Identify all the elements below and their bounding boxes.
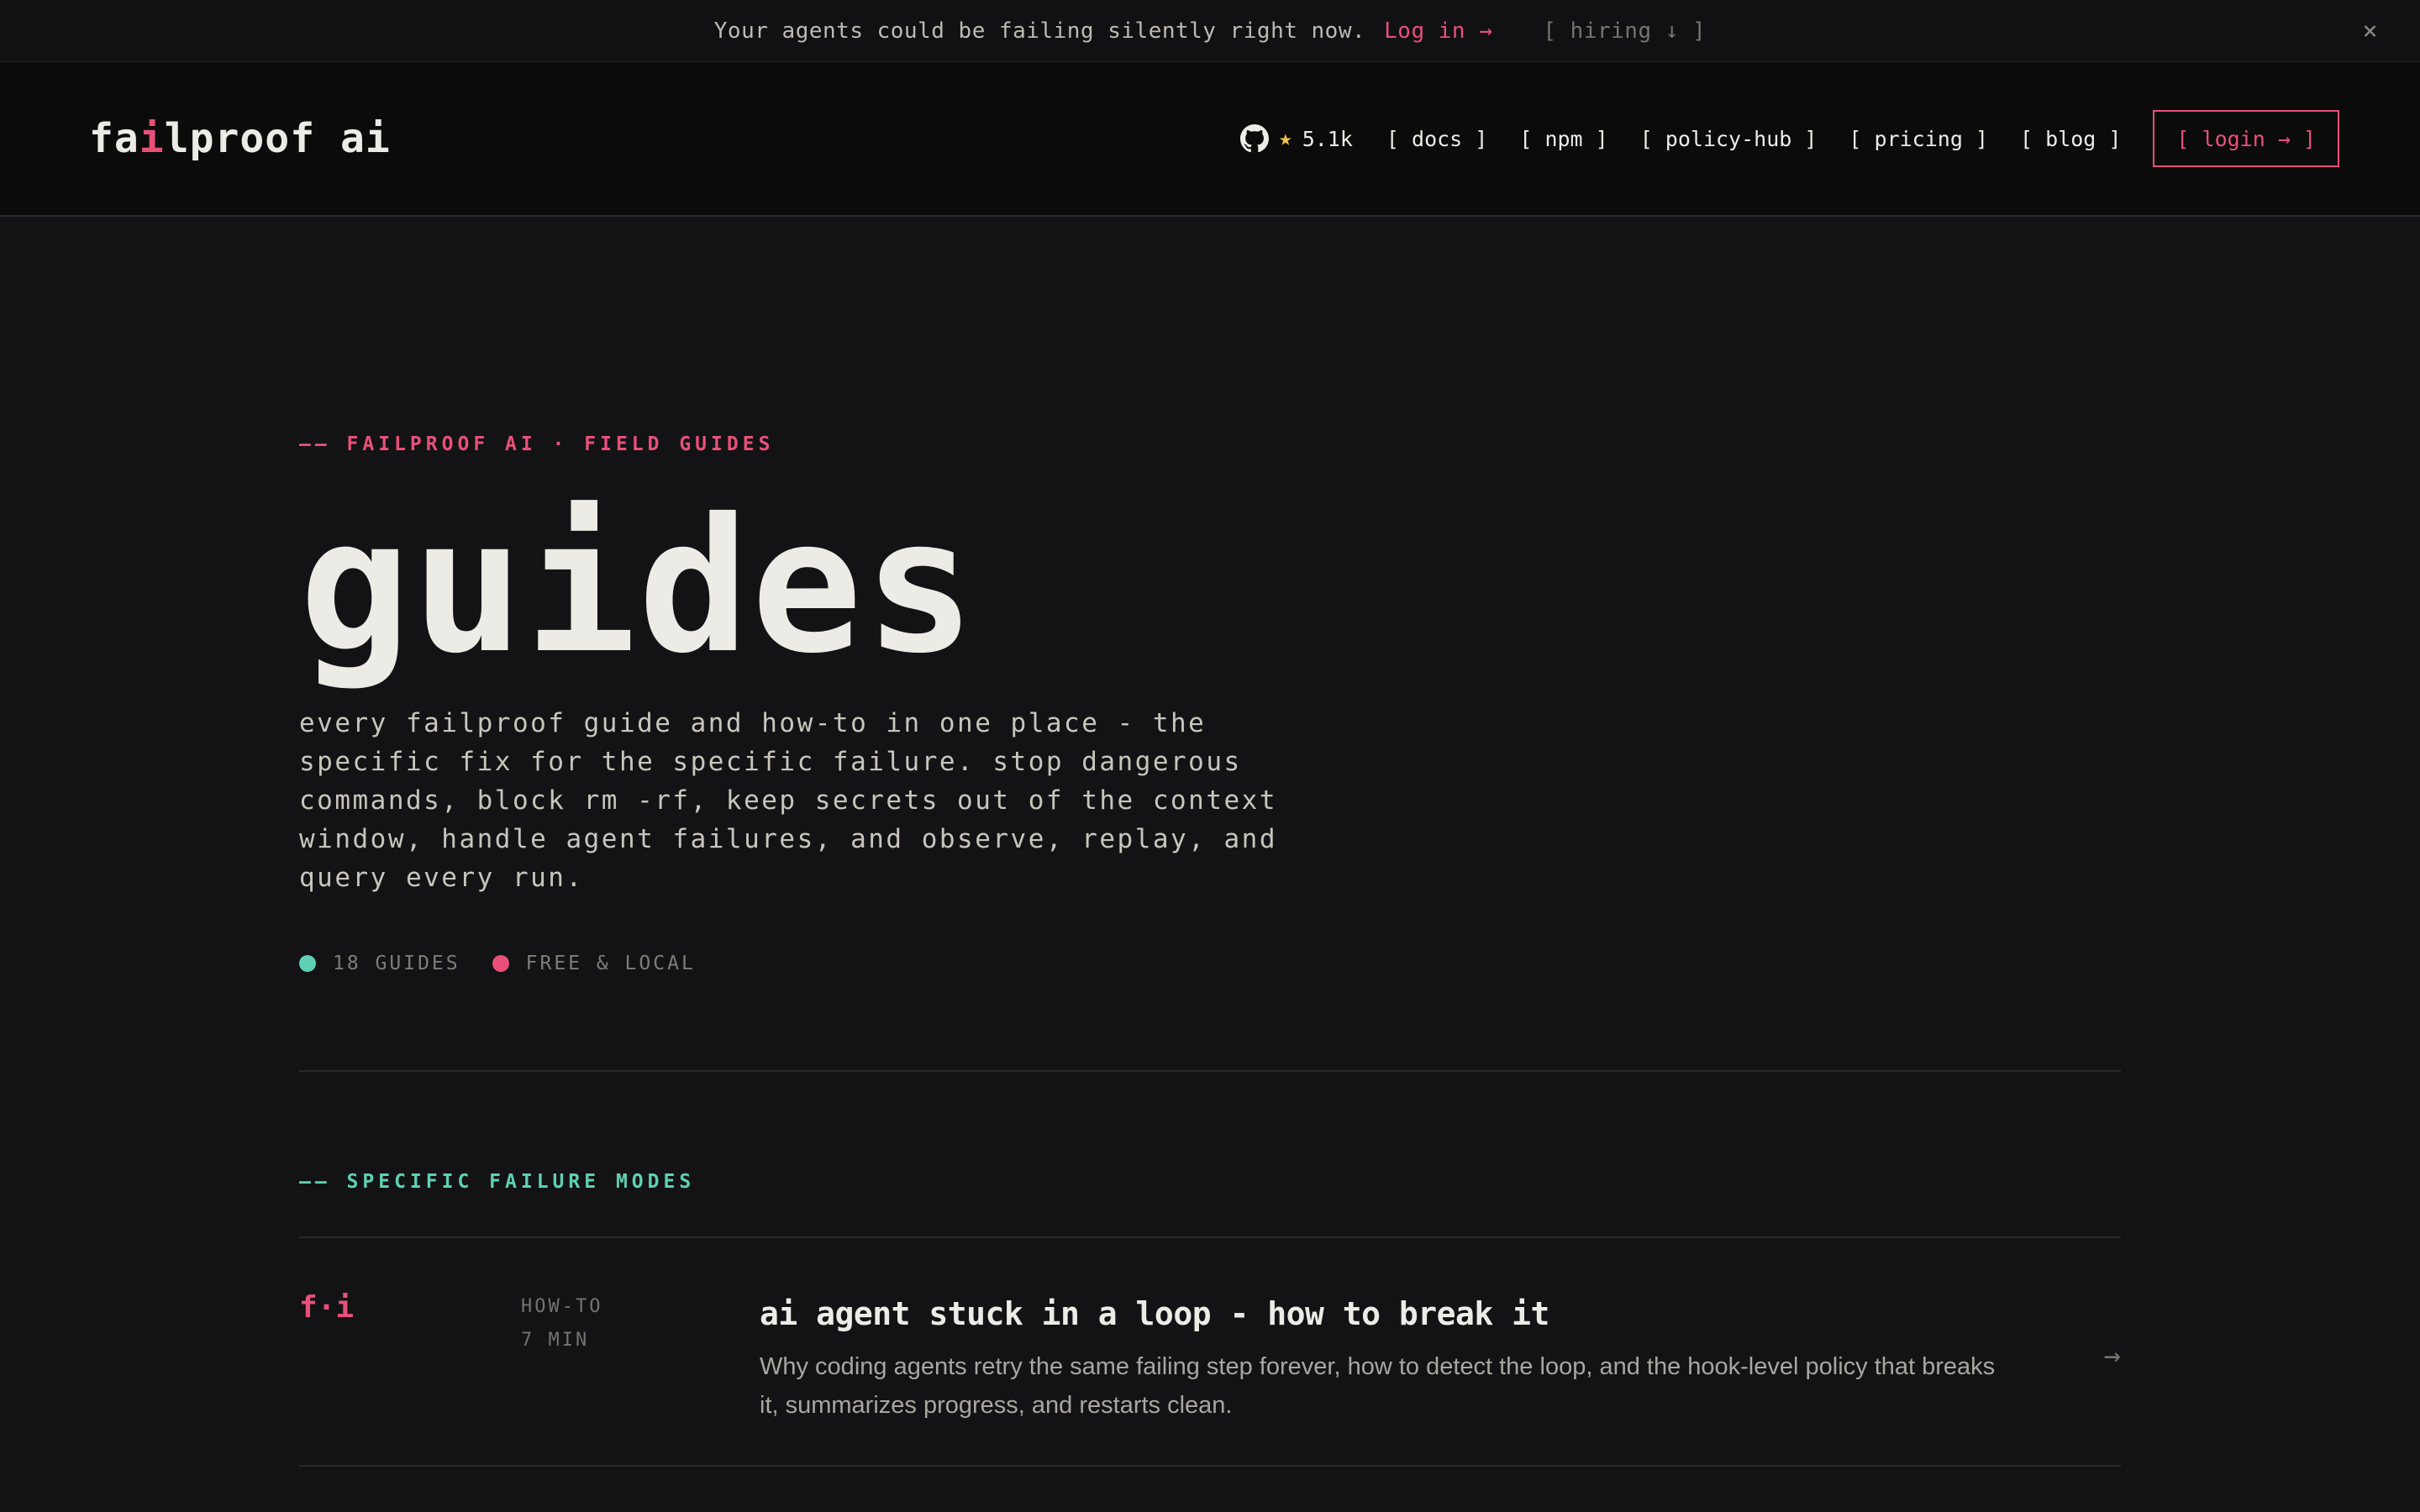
close-icon[interactable]: × <box>2362 16 2378 45</box>
login-button[interactable]: [ login → ] <box>2153 110 2339 167</box>
nav-blog[interactable]: [ blog ] <box>2020 127 2121 151</box>
main-content: —— FAILPROOF AI · FIELD GUIDES guides ev… <box>0 433 2121 1467</box>
guide-read-time: 7 MIN <box>521 1330 590 1351</box>
free-local-label: FREE & LOCAL <box>525 953 696 974</box>
nav-policy-hub[interactable]: [ policy-hub ] <box>1640 127 1818 151</box>
failproof-glyph-icon: f·i <box>299 1290 355 1325</box>
guide-kind: HOW-TO <box>521 1296 603 1317</box>
github-stars-link[interactable]: ★ 5.1k <box>1240 124 1353 153</box>
hero-description: every failproof guide and how-to in one … <box>299 708 1277 893</box>
guide-title[interactable]: ai agent stuck in a loop - how to break … <box>760 1295 2020 1332</box>
guide-description: Why coding agents retry the same failing… <box>760 1353 1996 1419</box>
free-local-badge: FREE & LOCAL <box>492 953 696 974</box>
hero-badges: 18 GUIDES FREE & LOCAL <box>299 953 2121 974</box>
announcement-message: Your agents could be failing silently ri… <box>713 18 1366 44</box>
star-icon: ★ <box>1279 126 1292 151</box>
guide-count-label: 18 GUIDES <box>333 953 460 974</box>
nav-pricing[interactable]: [ pricing ] <box>1849 127 1988 151</box>
arrow-right-icon[interactable]: → <box>2104 1339 2121 1373</box>
github-icon <box>1240 124 1270 153</box>
logo-text-pre: fa <box>89 115 139 162</box>
announcement-bar: Your agents could be failing silently ri… <box>0 0 2420 62</box>
hero-eyebrow: —— FAILPROOF AI · FIELD GUIDES <box>299 433 775 455</box>
section-eyebrow: —— SPECIFIC FAILURE MODES <box>299 1171 696 1193</box>
hiring-link[interactable]: [ hiring ↓ ] <box>1543 18 1706 44</box>
github-star-count: 5.1k <box>1302 126 1353 151</box>
site-header: fa i lproof ai ★ 5.1k [ docs ] [ npm ] [ p… <box>0 62 2420 217</box>
guide-row[interactable]: f·i HOW-TO 7 MIN ai agent stuck in a loo… <box>299 1238 2121 1467</box>
logo-text-post: lproof ai <box>164 115 391 162</box>
logo[interactable]: fa i lproof ai <box>89 115 391 162</box>
nav-docs[interactable]: [ docs ] <box>1386 127 1487 151</box>
pink-dot-icon <box>492 955 509 972</box>
announcement-login-link[interactable]: Log in → <box>1384 18 1492 44</box>
teal-dot-icon <box>299 955 316 972</box>
guide-meta: HOW-TO 7 MIN <box>521 1290 760 1465</box>
guide-body: ai agent stuck in a loop - how to break … <box>760 1290 2020 1465</box>
nav-npm[interactable]: [ npm ] <box>1519 127 1607 151</box>
guide-count-badge: 18 GUIDES <box>299 953 460 974</box>
logo-text-accent: i <box>139 115 165 162</box>
section-divider <box>299 1070 2121 1072</box>
page-title: guides <box>299 479 977 694</box>
main-nav: ★ 5.1k [ docs ] [ npm ] [ policy-hub ] [… <box>1240 110 2339 167</box>
